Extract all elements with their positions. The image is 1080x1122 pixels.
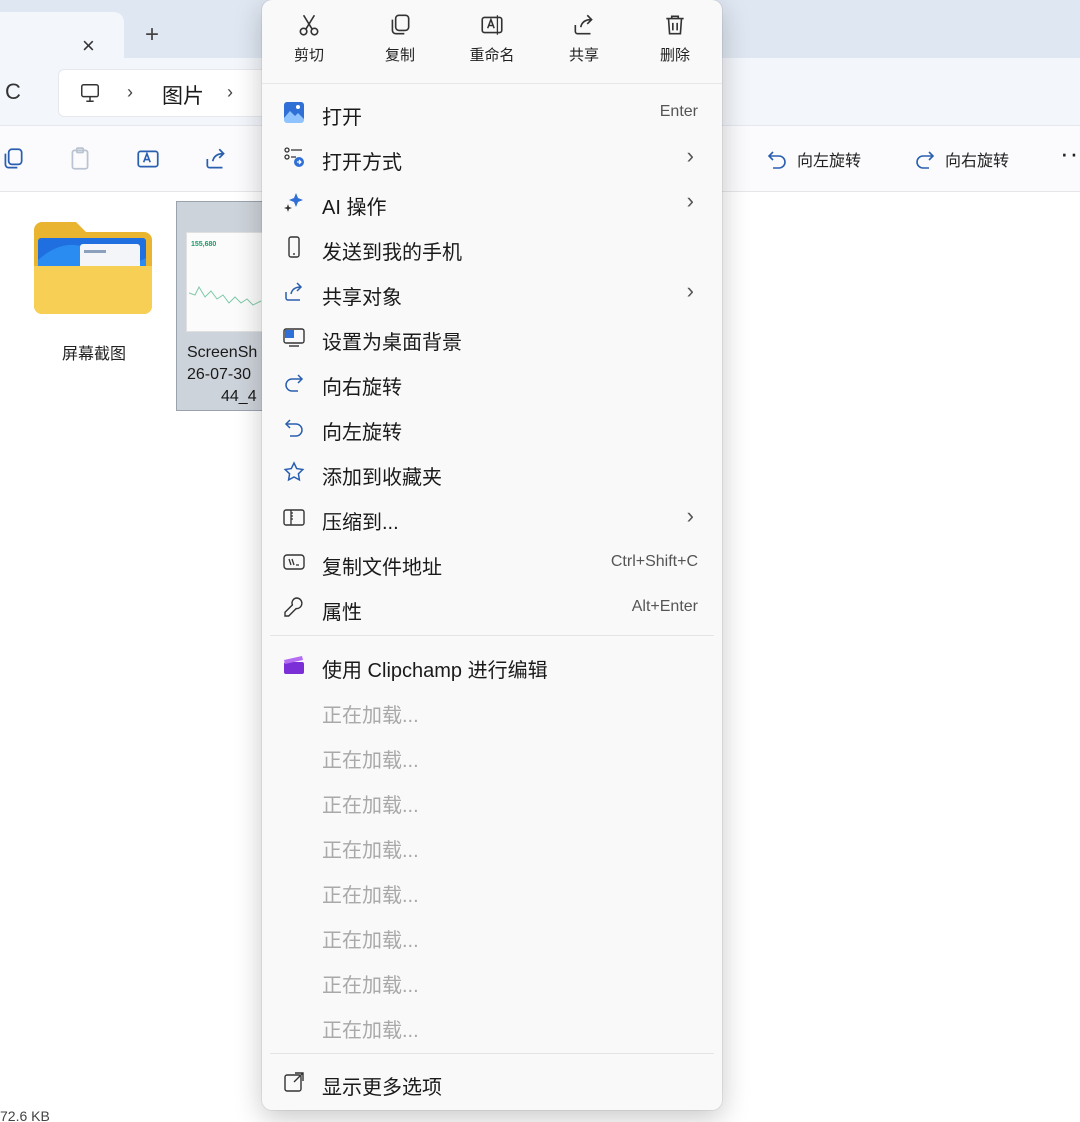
status-size: 72.6 KB (0, 1108, 50, 1122)
file-label: ScreenSh 26-07-30 44_4 (187, 344, 258, 405)
chevron-right-icon: › (686, 143, 694, 168)
paste-icon[interactable] (67, 146, 93, 172)
rotate-left-icon (282, 415, 306, 439)
computer-icon (81, 84, 99, 102)
menu-item-copy-path[interactable]: 复制文件地址 Ctrl+Shift+C (272, 542, 712, 582)
menu-item-loading: 正在加载... (322, 930, 419, 952)
cut-button[interactable]: 剪切 (274, 12, 344, 74)
folder-label: 屏幕截图 (61, 346, 126, 363)
phone-icon (282, 235, 306, 259)
rotate-right-button[interactable]: 向右旋转 (913, 144, 1009, 174)
ai-sparkle-icon (282, 190, 306, 214)
menu-item-loading: 正在加载... (322, 705, 419, 727)
rotate-right-label: 向右旋转 (945, 153, 1010, 170)
menu-item-clipchamp[interactable]: 使用 Clipchamp 进行编辑 (272, 645, 712, 685)
rotate-right-icon (916, 151, 935, 169)
share-icon (574, 14, 593, 35)
chevron-right-icon[interactable]: › (127, 82, 133, 103)
cut-icon (299, 14, 319, 36)
rotate-right-icon (282, 370, 306, 394)
clipchamp-icon (282, 653, 306, 677)
menu-item-loading: 正在加载... (322, 1020, 419, 1042)
copy-path-icon (282, 550, 306, 574)
menu-item-loading: 正在加载... (322, 840, 419, 862)
delete-button[interactable]: 删除 (640, 12, 710, 74)
chevron-right-icon: › (686, 278, 694, 303)
thumb-chart-icon (189, 285, 262, 306)
menu-item-properties[interactable]: 属性 Alt+Enter (272, 587, 712, 627)
menu-item-loading: 正在加载... (322, 885, 419, 907)
rename-icon (481, 15, 503, 35)
breadcrumb-pictures[interactable]: 图片 (162, 80, 204, 110)
menu-item-loading: 正在加载... (322, 975, 419, 997)
rename-button[interactable]: 重命名 (457, 12, 527, 74)
tab-current[interactable]: × (0, 12, 124, 58)
more-icon[interactable]: ··· (1060, 138, 1080, 169)
menu-item-rotate-right[interactable]: 向右旋转 (272, 362, 712, 402)
tab-close-icon[interactable]: × (82, 34, 95, 58)
menu-separator (270, 635, 714, 636)
menu-item-add-to-favorites[interactable]: 添加到收藏夹 (272, 452, 712, 492)
zip-icon (282, 505, 306, 529)
wrench-icon (282, 595, 306, 619)
chevron-right-icon[interactable]: › (227, 82, 233, 103)
menu-item-compress[interactable]: 压缩到... › (272, 497, 712, 537)
selected-file-item[interactable]: 155,680 ScreenSh 26-07-30 44_4 (176, 201, 266, 411)
thumb-value: 155,680 (191, 241, 217, 248)
copy-icon (391, 14, 410, 35)
file-thumbnail: 155,680 (186, 232, 266, 332)
quick-actions-bar: 剪切 复制 重命名 共享 删除 (262, 0, 722, 84)
menu-item-send-to-phone[interactable]: 发送到我的手机 (272, 227, 712, 267)
menu-item-loading: 正在加载... (322, 795, 419, 817)
menu-item-set-background[interactable]: 设置为桌面背景 (272, 317, 712, 357)
menu-item-open[interactable]: 打开 Enter (272, 92, 712, 132)
refresh-icon[interactable]: C (5, 80, 21, 104)
context-menu: 剪切 复制 重命名 共享 删除 打开 Enter 打开方式 › AI 操作 › (262, 0, 722, 1110)
menu-item-rotate-left[interactable]: 向左旋转 (272, 407, 712, 447)
open-with-icon (282, 145, 306, 169)
new-tab-button[interactable]: + (145, 22, 159, 48)
menu-item-open-with[interactable]: 打开方式 › (272, 137, 712, 177)
more-options-icon (282, 1070, 306, 1094)
menu-item-loading: 正在加载... (322, 750, 419, 772)
desktop-background-icon (282, 325, 306, 349)
copy-button[interactable]: 复制 (365, 12, 435, 74)
share-button[interactable]: 共享 (549, 12, 619, 74)
share-icon (282, 280, 306, 304)
menu-separator (270, 1053, 714, 1054)
trash-icon (666, 15, 684, 35)
menu-item-show-more-options[interactable]: 显示更多选项 (272, 1062, 712, 1102)
chevron-right-icon: › (686, 503, 694, 528)
photos-icon (282, 100, 306, 124)
menu-item-ai-actions[interactable]: AI 操作 › (272, 182, 712, 222)
rename-icon[interactable] (135, 146, 161, 172)
folder-icon (34, 222, 152, 314)
star-icon (282, 460, 306, 484)
copy-icon[interactable] (0, 146, 26, 172)
share-icon[interactable] (203, 146, 229, 172)
rotate-left-button[interactable]: 向左旋转 (765, 144, 861, 174)
menu-item-share-with[interactable]: 共享对象 › (272, 272, 712, 312)
chevron-right-icon: › (686, 188, 694, 213)
rotate-left-label: 向左旋转 (797, 153, 862, 170)
rotate-left-icon (767, 151, 786, 169)
